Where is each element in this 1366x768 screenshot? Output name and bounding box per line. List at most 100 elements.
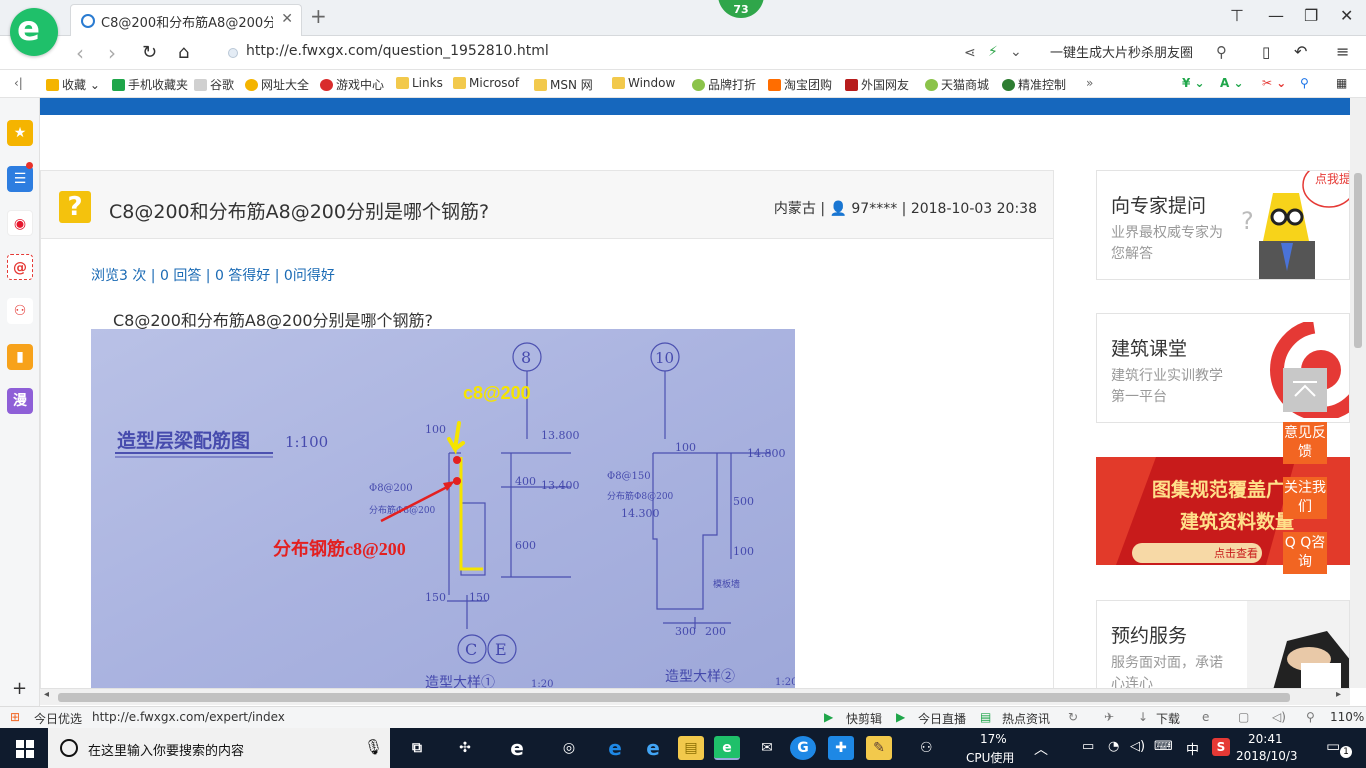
url-field[interactable]: http://e.fwxgx.com/question_1952810.html — [224, 42, 954, 64]
action-center-icon[interactable]: ▭ — [1326, 737, 1340, 755]
qq-consult-button[interactable]: Q Q咨询 — [1283, 532, 1327, 574]
ask-expert-card[interactable]: 向专家提问 业界最权威专家为您解答 点我提问 ? — [1096, 170, 1350, 280]
download-link[interactable]: 下载 — [1156, 710, 1180, 727]
ime-indicator[interactable]: 中 — [1186, 739, 1199, 758]
browser-tab[interactable]: C8@200和分布筋A8@200分别是 ✕ — [70, 4, 302, 36]
game-icon[interactable]: ⚇ — [7, 298, 33, 324]
restore-icon[interactable]: ❐ — [1304, 6, 1318, 25]
phone-icon[interactable]: ▯ — [1262, 43, 1270, 61]
scroll-right-icon[interactable]: ▸ — [1336, 689, 1341, 700]
internet-explorer-icon[interactable]: e — [640, 736, 666, 760]
weibo-icon[interactable]: ◉ — [7, 210, 33, 236]
volume-icon[interactable]: ◁) — [1130, 739, 1145, 754]
pin-icon[interactable]: ✈ — [1104, 710, 1114, 724]
forward-icon[interactable]: › — [108, 41, 116, 65]
window-icon[interactable]: ▢ — [1238, 710, 1249, 724]
keyboard-icon[interactable]: ⌨ — [1154, 739, 1173, 754]
plus-app-icon[interactable]: ✚ — [828, 736, 854, 760]
wifi-icon[interactable]: ◔ — [1108, 739, 1119, 754]
network-icon[interactable]: ▭ — [1082, 739, 1094, 754]
bookmark-item[interactable]: 淘宝团购 — [768, 76, 832, 93]
follow-us-button[interactable]: 关注我们 — [1283, 477, 1327, 519]
share-icon[interactable]: ⋖ — [964, 45, 976, 61]
microphone-icon[interactable]: 🎙 — [364, 738, 383, 756]
back-to-top-button[interactable] — [1283, 368, 1327, 412]
sogou-icon[interactable]: S — [1212, 738, 1230, 756]
add-icon[interactable]: + — [12, 678, 27, 699]
close-window-icon[interactable]: ✕ — [1340, 6, 1353, 25]
undo-icon[interactable]: ↶ — [1294, 42, 1307, 61]
close-tab-icon[interactable]: ✕ — [281, 11, 293, 27]
translate-icon[interactable]: A ⌄ — [1220, 76, 1244, 90]
feedback-button[interactable]: 意见反馈 — [1283, 422, 1327, 464]
collapse-sidebar-icon[interactable]: ‹| — [14, 76, 23, 90]
g-app-icon[interactable]: G — [790, 736, 816, 760]
browser-logo[interactable]: e — [10, 8, 58, 56]
bookmark-item[interactable]: 收藏 ⌄ — [46, 76, 100, 93]
news-icon[interactable]: ☰ — [7, 166, 33, 192]
bookmark-item[interactable]: 品牌打折 — [692, 76, 756, 93]
bookmark-item[interactable]: 精准控制 — [1002, 76, 1066, 93]
bookmark-item[interactable]: 外国网友 — [845, 76, 909, 93]
task-view-icon[interactable]: ⧉ — [404, 736, 430, 760]
scroll-left-icon[interactable]: ◂ — [44, 689, 49, 700]
bookmark-item[interactable]: 天猫商城 — [925, 76, 989, 93]
promo-link[interactable]: 一键生成大片秒杀朋友圈 — [1050, 42, 1193, 61]
vertical-scrollbar[interactable] — [1350, 98, 1366, 688]
bookmark-item[interactable]: 谷歌 — [194, 76, 234, 93]
search-icon[interactable]: ⚲ — [1216, 43, 1227, 61]
horizontal-scroll-thumb[interactable] — [58, 693, 1290, 702]
ad-cta[interactable]: 点击查看 — [1214, 545, 1258, 561]
refresh-icon[interactable]: ↻ — [1068, 710, 1078, 724]
back-icon[interactable]: ‹ — [76, 41, 84, 65]
windows-start-icon[interactable] — [16, 740, 34, 758]
question-photo[interactable]: 造型层梁配筋图 1:100 8 10 C E 100 13.800 400 13… — [91, 329, 795, 688]
bookmark-item[interactable]: 手机收藏夹 — [112, 76, 188, 93]
horizontal-scrollbar[interactable]: ◂ ▸ — [40, 688, 1350, 705]
vertical-scroll-thumb[interactable] — [1354, 173, 1362, 348]
star-icon[interactable]: ★ — [7, 120, 33, 146]
lightning-icon[interactable]: ⚡ — [988, 44, 998, 60]
bookmark-item[interactable]: Links — [396, 76, 443, 90]
minimize-icon[interactable]: — — [1268, 6, 1284, 25]
volume-icon[interactable]: ◁) — [1272, 710, 1286, 724]
notes-app-icon[interactable]: ✎ — [866, 736, 892, 760]
fan-app-icon[interactable]: ✣ — [452, 736, 478, 760]
apps-icon[interactable]: ▦ — [1336, 76, 1347, 90]
hot-news-link[interactable]: 热点资讯 — [1002, 710, 1050, 727]
site-info-icon[interactable] — [228, 48, 238, 58]
zoom-level[interactable]: 110% — [1330, 710, 1364, 724]
new-tab-icon[interactable]: + — [310, 4, 327, 28]
bookmark-item[interactable]: 网址大全 — [245, 76, 309, 93]
file-explorer-icon[interactable]: ▤ — [678, 736, 704, 760]
bookmark-item[interactable]: 游戏中心 — [320, 76, 384, 93]
more-bookmarks-icon[interactable]: » — [1086, 76, 1093, 90]
ie-mode-icon[interactable]: e — [1202, 710, 1209, 724]
mail-app-icon[interactable]: ✉ — [754, 736, 780, 760]
taskbar-search-box[interactable]: 在这里输入你要搜索的内容 🎙 — [48, 728, 390, 768]
active-browser-icon[interactable]: e — [714, 736, 740, 760]
question-stats[interactable]: 浏览3 次 | 0 回答 | 0 答得好 | 0问得好 — [91, 265, 335, 285]
shirt-skin-icon[interactable]: ⊤ — [1230, 6, 1244, 25]
comic-icon[interactable]: 漫 — [7, 388, 33, 414]
people-icon[interactable]: ⚇ — [920, 740, 933, 756]
edge-icon[interactable]: e — [602, 736, 628, 760]
service-card[interactable]: 预约服务 服务面对面，承诺心连心 — [1096, 600, 1350, 688]
bookmark-item[interactable]: Window — [612, 76, 675, 90]
browser-app-icon[interactable]: ◎ — [556, 736, 582, 760]
show-hidden-icons[interactable]: ︿ — [1034, 739, 1048, 759]
zoom-icon[interactable]: ⚲ — [1306, 710, 1315, 724]
counter-badge[interactable]: 73 — [718, 0, 764, 18]
mail-icon[interactable]: @ — [7, 254, 33, 280]
live-link[interactable]: 今日直播 — [918, 710, 966, 727]
menu-icon[interactable]: ≡ — [1336, 42, 1349, 61]
today-picks-link[interactable]: 今日优选 — [34, 710, 82, 727]
clock-date[interactable]: 2018/10/3 — [1236, 749, 1298, 763]
refresh-icon[interactable]: ↻ — [142, 42, 157, 63]
magnifier-icon[interactable]: ⚲ — [1300, 76, 1309, 90]
ie-legacy-icon[interactable]: e — [504, 736, 530, 760]
clock-time[interactable]: 20:41 — [1248, 732, 1283, 746]
chevron-down-icon[interactable]: ⌄ — [1010, 44, 1022, 60]
book-icon[interactable]: ▮ — [7, 344, 33, 370]
bookmark-item[interactable]: Microsof — [453, 76, 519, 90]
